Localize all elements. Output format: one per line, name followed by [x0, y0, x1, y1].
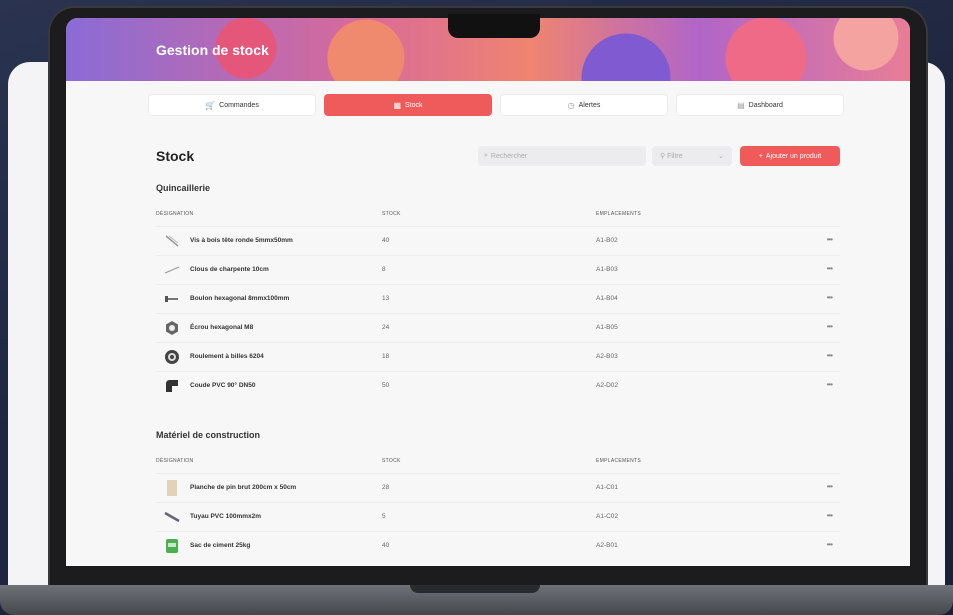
bearing-icon: [164, 349, 180, 365]
stock-value: 8: [382, 266, 386, 273]
tab-label: Commandes: [219, 101, 259, 109]
stock-value: 24: [382, 324, 390, 331]
table-row[interactable]: Boulon hexagonal 8mmx100mm 13 A1-B04 •••: [156, 284, 840, 314]
tab-stock[interactable]: ▦ Stock: [324, 94, 492, 116]
tab-commandes[interactable]: 🛒 Commandes: [148, 94, 316, 116]
table-row[interactable]: Planche de pin brut 200cm x 50cm 28 A1-C…: [156, 473, 840, 503]
stock-value: 13: [382, 295, 390, 302]
location-value: A2-B03: [596, 353, 618, 360]
add-product-button[interactable]: + Ajouter un produit: [740, 146, 840, 166]
column-header-locations: EMPLACEMENTS: [596, 211, 641, 217]
column-header-designation: DÉSIGNATION: [156, 211, 194, 217]
column-header-locations: EMPLACEMENTS: [596, 458, 641, 464]
tab-label: Stock: [405, 101, 423, 109]
app-screen: Gestion de stock 🛒 Commandes ▦ Stock ◷ A…: [66, 18, 910, 574]
screw-icon: [164, 233, 180, 249]
stock-value: 18: [382, 353, 390, 360]
search-placeholder: Rechercher: [490, 152, 528, 160]
search-icon: ⌕: [484, 152, 488, 159]
stock-value: 40: [382, 542, 390, 549]
plank-icon: [164, 480, 180, 496]
product-name: Tuyau PVC 100mmx2m: [190, 513, 262, 520]
laptop-base-notch: [410, 585, 540, 593]
more-options-icon[interactable]: •••: [827, 322, 833, 331]
table-row[interactable]: Roulement à billes 6204 18 A2-B03 •••: [156, 342, 840, 372]
more-options-icon[interactable]: •••: [827, 511, 833, 520]
product-name: Boulon hexagonal 8mmx100mm: [190, 295, 290, 302]
nut-icon: [164, 320, 180, 336]
section-title-materiel: Matériel de construction: [156, 430, 261, 440]
location-value: A2-D02: [596, 382, 619, 389]
cart-icon: 🛒: [205, 100, 216, 110]
cement-bag-icon: [164, 538, 180, 554]
stock-value: 50: [382, 382, 390, 389]
product-name: Roulement à billes 6204: [190, 353, 264, 360]
table-row[interactable]: Coude PVC 90° DN50 50 A2-D02 •••: [156, 371, 840, 401]
dashboard-icon: ▤: [737, 100, 745, 110]
column-header-stock: STOCK: [382, 211, 401, 217]
location-value: A1-B04: [596, 295, 618, 302]
nail-icon: [164, 262, 180, 278]
add-product-label: Ajouter un produit: [765, 152, 822, 160]
camera-notch: [448, 14, 540, 38]
section-title-quincaillerie: Quincaillerie: [156, 183, 211, 193]
more-options-icon[interactable]: •••: [827, 540, 833, 549]
search-input[interactable]: ⌕ Rechercher: [478, 146, 646, 166]
tab-alertes[interactable]: ◷ Alertes: [500, 94, 668, 116]
location-value: A1-C01: [596, 484, 619, 491]
column-header-designation: DÉSIGNATION: [156, 458, 194, 464]
product-name: Coude PVC 90° DN50: [190, 382, 256, 389]
plus-icon: +: [758, 152, 763, 160]
laptop-base: [0, 585, 953, 615]
column-header-stock: STOCK: [382, 458, 401, 464]
bolt-icon: [164, 291, 180, 307]
table-row[interactable]: Clous de charpente 10cm 8 A1-B03 •••: [156, 255, 840, 285]
location-value: A1-C02: [596, 513, 619, 520]
filter-select[interactable]: ⚲ Filtre ⌄: [652, 146, 732, 166]
app-title: Gestion de stock: [156, 42, 269, 58]
more-options-icon[interactable]: •••: [827, 351, 833, 360]
table-row[interactable]: Écrou hexagonal M8 24 A1-B05 •••: [156, 313, 840, 343]
product-name: Clous de charpente 10cm: [190, 266, 269, 273]
more-options-icon[interactable]: •••: [827, 380, 833, 389]
location-value: A2-B01: [596, 542, 618, 549]
tab-dashboard[interactable]: ▤ Dashboard: [676, 94, 844, 116]
filter-label: Filtre: [667, 153, 683, 160]
product-name: Planche de pin brut 200cm x 50cm: [190, 484, 297, 491]
pvc-elbow-icon: [164, 378, 180, 394]
page-title: Stock: [156, 148, 195, 164]
stock-value: 5: [382, 513, 386, 520]
product-name: Vis à bois tête ronde 5mmx50mm: [190, 237, 293, 244]
more-options-icon[interactable]: •••: [827, 264, 833, 273]
pipe-icon: [164, 509, 180, 525]
more-options-icon[interactable]: •••: [827, 293, 833, 302]
alert-icon: ◷: [567, 100, 575, 110]
location-value: A1-B03: [596, 266, 618, 273]
stock-value: 28: [382, 484, 390, 491]
location-value: A1-B02: [596, 237, 618, 244]
product-name: Écrou hexagonal M8: [190, 324, 254, 331]
filter-icon: ⚲: [660, 153, 666, 160]
table-row[interactable]: Vis à bois tête ronde 5mmx50mm 40 A1-B02…: [156, 226, 840, 256]
more-options-icon[interactable]: •••: [827, 235, 833, 244]
stock-value: 40: [382, 237, 390, 244]
tab-label: Dashboard: [748, 101, 783, 109]
chevron-down-icon: ⌄: [718, 153, 724, 160]
more-options-icon[interactable]: •••: [827, 482, 833, 491]
table-row[interactable]: Tuyau PVC 100mmx2m 5 A1-C02 •••: [156, 502, 840, 532]
grid-icon: ▦: [393, 100, 402, 110]
location-value: A1-B05: [596, 324, 618, 331]
product-name: Sac de ciment 25kg: [190, 542, 251, 549]
tab-bar: 🛒 Commandes ▦ Stock ◷ Alertes ▤ Dashboar…: [148, 94, 848, 116]
table-row[interactable]: Sac de ciment 25kg 40 A2-B01 •••: [156, 531, 840, 561]
screen-bezel-bottom: [66, 566, 910, 574]
tab-label: Alertes: [578, 101, 601, 109]
